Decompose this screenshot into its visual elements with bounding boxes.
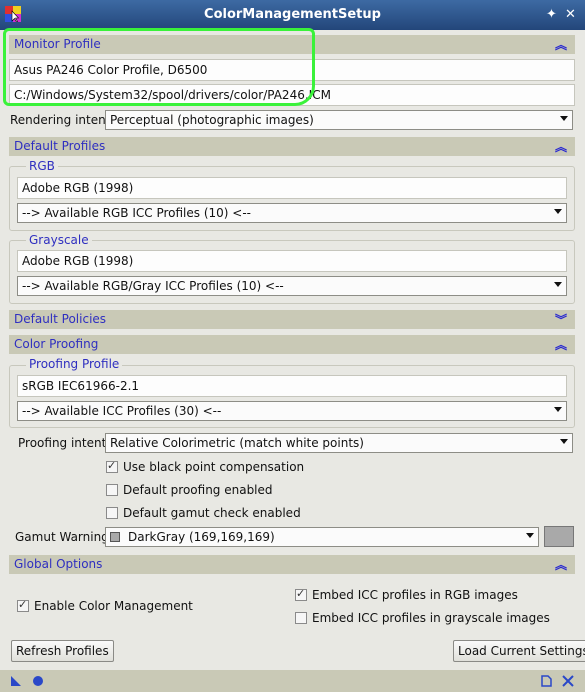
dropdown-arrow-icon xyxy=(560,439,568,444)
proofing-intent-select[interactable]: Relative Colorimetric (match white point… xyxy=(105,433,573,453)
proofing-profile-title: Proofing Profile xyxy=(26,357,123,371)
grayscale-profile-field[interactable]: Adobe RGB (1998) xyxy=(17,250,567,272)
default-policies-header[interactable]: Default Policies ︾ xyxy=(9,310,575,329)
dropdown-arrow-icon xyxy=(554,282,562,287)
refresh-profiles-button[interactable]: Refresh Profiles xyxy=(11,640,114,662)
black-point-checkbox[interactable] xyxy=(106,459,118,473)
rgb-profiles-value: --> Available RGB ICC Profiles (10) <-- xyxy=(22,206,251,220)
proofing-intent-value: Relative Colorimetric (match white point… xyxy=(110,436,364,450)
rendering-intent-select[interactable]: Perceptual (photographic images) xyxy=(105,110,573,130)
embed-rgb-checkbox[interactable] xyxy=(295,587,307,601)
rgb-profiles-select[interactable]: --> Available RGB ICC Profiles (10) <-- xyxy=(17,203,567,223)
dropdown-arrow-icon xyxy=(554,407,562,412)
section-label: Global Options xyxy=(14,557,103,571)
default-proofing-checkbox[interactable] xyxy=(106,484,118,496)
default-gamut-checkbox[interactable] xyxy=(106,507,118,519)
global-options-header[interactable]: Global Options ︽ xyxy=(9,555,575,574)
expand-icon[interactable]: ︾ xyxy=(555,311,567,328)
dropdown-arrow-icon xyxy=(554,209,562,214)
rgb-group-title: RGB xyxy=(26,159,58,173)
load-current-settings-button[interactable]: Load Current Settings xyxy=(453,640,585,662)
section-label: Default Profiles xyxy=(14,139,106,153)
collapse-icon[interactable]: ︽ xyxy=(555,556,567,573)
rendering-intent-value: Perceptual (photographic images) xyxy=(110,113,314,127)
title-bar[interactable]: ColorManagementSetup ✦ ✕ xyxy=(0,0,585,30)
dropdown-arrow-icon xyxy=(526,533,534,538)
black-point-label: Use black point compensation xyxy=(123,460,305,474)
window-title: ColorManagementSetup xyxy=(204,7,381,22)
close-icon[interactable]: ✕ xyxy=(565,7,576,23)
gamut-color-button[interactable] xyxy=(544,526,574,547)
collapse-icon[interactable]: ︽ xyxy=(555,36,567,53)
collapse-icon[interactable]: ︽ xyxy=(555,138,567,155)
collapse-icon[interactable]: ︽ xyxy=(555,336,567,353)
enable-cm-checkbox[interactable] xyxy=(17,598,29,612)
section-label: Color Proofing xyxy=(14,337,99,351)
rgb-profile-field[interactable]: Adobe RGB (1998) xyxy=(17,177,567,199)
apply-global-icon[interactable] xyxy=(32,675,44,687)
proofing-profiles-select[interactable]: --> Available ICC Profiles (30) <-- xyxy=(17,401,567,421)
proofing-profile-field[interactable]: sRGB IEC61966-2.1 xyxy=(17,375,567,397)
section-label: Default Policies xyxy=(14,312,107,326)
bottom-toolbar xyxy=(0,670,585,692)
enable-cm-label: Enable Color Management xyxy=(34,599,193,613)
gamut-warning-select[interactable]: DarkGray (169,169,169) xyxy=(105,527,539,547)
grayscale-profiles-select[interactable]: --> Available RGB/Gray ICC Profiles (10)… xyxy=(17,276,567,296)
section-label: Monitor Profile xyxy=(14,37,101,51)
document-icon[interactable] xyxy=(540,675,552,687)
dropdown-arrow-icon xyxy=(560,116,568,121)
color-proofing-header[interactable]: Color Proofing ︽ xyxy=(9,335,575,354)
default-profiles-header[interactable]: Default Profiles ︽ xyxy=(9,137,575,156)
shade-icon[interactable]: ✦ xyxy=(546,7,557,23)
monitor-profile-path: C:/Windows/System32/spool/drivers/color/… xyxy=(9,84,575,106)
monitor-profile-name: Asus PA246 Color Profile, D6500 xyxy=(9,59,575,81)
proofing-intent-label: Proofing intent: xyxy=(18,436,111,450)
gamut-warning-value: DarkGray (169,169,169) xyxy=(128,530,275,544)
new-instance-icon[interactable] xyxy=(10,675,22,687)
grayscale-group-title: Grayscale xyxy=(26,233,92,247)
grayscale-profiles-value: --> Available RGB/Gray ICC Profiles (10)… xyxy=(22,279,284,293)
reset-icon[interactable] xyxy=(562,675,574,687)
monitor-profile-header[interactable]: Monitor Profile ︽ xyxy=(9,35,575,54)
default-proofing-label: Default proofing enabled xyxy=(123,483,273,497)
default-gamut-label: Default gamut check enabled xyxy=(123,506,301,520)
gamut-color-swatch xyxy=(110,532,120,542)
embed-gray-checkbox[interactable] xyxy=(295,612,307,624)
embed-rgb-label: Embed ICC profiles in RGB images xyxy=(312,588,518,602)
embed-gray-label: Embed ICC profiles in grayscale images xyxy=(312,611,550,625)
proofing-profiles-value: --> Available ICC Profiles (30) <-- xyxy=(22,404,222,418)
rendering-intent-label: Rendering intent: xyxy=(10,113,115,127)
gamut-warning-label: Gamut Warning: xyxy=(15,530,113,544)
